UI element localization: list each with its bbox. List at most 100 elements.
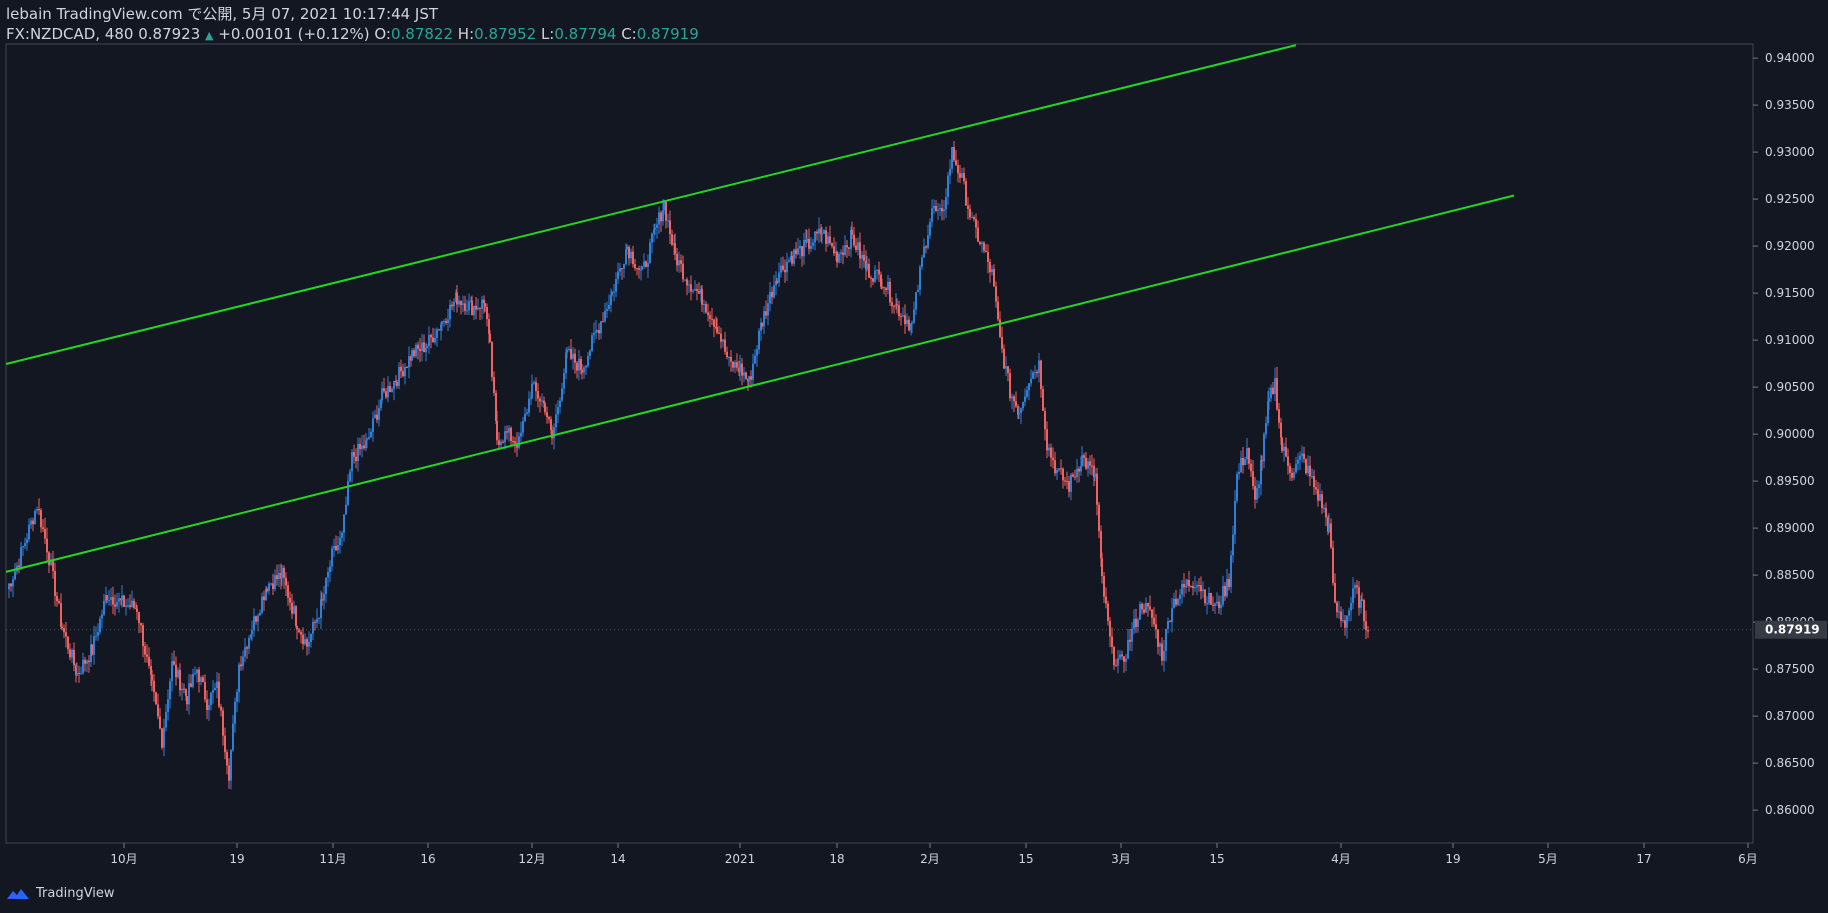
candle-body	[376, 414, 378, 420]
price-chart[interactable]: 0.860000.865000.870000.875000.880000.885…	[0, 0, 1828, 909]
candle-body	[230, 750, 232, 781]
candle-body	[734, 362, 736, 368]
candle-body	[1323, 507, 1325, 509]
candle-body	[1011, 396, 1013, 399]
candle-body	[848, 247, 850, 249]
candle-body	[475, 305, 477, 310]
candle-body	[69, 649, 71, 658]
candle-body	[621, 268, 623, 270]
candle-body	[1330, 523, 1332, 548]
candle-body	[185, 689, 187, 697]
candle-body	[617, 271, 619, 280]
candle-body	[806, 238, 808, 242]
candle-body	[504, 431, 506, 443]
candle-body	[71, 649, 73, 658]
candle-body	[1157, 629, 1159, 647]
chart-area[interactable]: 0.860000.865000.870000.875000.880000.885…	[0, 0, 1828, 909]
candle-body	[615, 279, 617, 292]
candle-body	[222, 710, 224, 736]
candle-body	[1083, 455, 1085, 458]
x-tick-label: 10月	[110, 852, 137, 866]
y-tick-label: 0.86000	[1765, 803, 1815, 817]
candle-body	[339, 537, 341, 546]
candle-body	[173, 661, 175, 665]
candle-body	[718, 332, 720, 334]
candle-body	[1115, 665, 1117, 667]
candle-body	[1005, 366, 1007, 369]
candle-body	[393, 380, 395, 390]
candle-body	[898, 305, 900, 317]
candle-body	[973, 217, 975, 220]
candle-body	[585, 365, 587, 368]
candle-body	[274, 575, 276, 590]
candle-body	[604, 310, 606, 322]
candle-body	[870, 277, 872, 279]
candle-body	[331, 548, 333, 567]
candle-body	[1297, 459, 1299, 464]
candle-body	[257, 615, 259, 622]
candle-body	[1036, 371, 1038, 374]
candle-body	[355, 456, 357, 462]
candle-body	[67, 636, 69, 650]
candle-body	[643, 261, 645, 267]
candle-body	[398, 366, 400, 386]
candle-body	[808, 238, 810, 249]
candle-body	[30, 520, 32, 525]
candle-body	[1301, 453, 1303, 456]
brand-label[interactable]: TradingView	[36, 886, 115, 901]
candle-body	[908, 319, 910, 331]
candle-body	[112, 597, 114, 605]
candle-body	[1280, 422, 1282, 438]
candle-body	[1196, 585, 1198, 588]
candle-body	[676, 253, 678, 266]
candle-body	[404, 367, 406, 377]
candle-body	[508, 427, 510, 433]
candle-body	[226, 752, 228, 766]
candle-body	[95, 635, 97, 637]
candle-body	[600, 321, 602, 334]
candle-body	[578, 358, 580, 371]
candle-body	[110, 597, 112, 600]
candle-body	[204, 682, 206, 700]
candle-body	[1018, 412, 1020, 415]
candle-body	[1360, 599, 1362, 608]
candle-body	[553, 427, 555, 439]
candle-body	[321, 599, 323, 601]
candle-body	[129, 605, 131, 607]
candle-body	[1252, 471, 1254, 487]
candle-body	[1206, 603, 1208, 605]
candle-body	[874, 270, 876, 282]
candle-body	[80, 673, 82, 675]
candle-body	[1109, 621, 1111, 637]
candle-body	[1096, 473, 1098, 505]
candle-body	[196, 669, 198, 674]
candle-body	[212, 690, 214, 693]
candle-body	[748, 376, 750, 382]
candle-body	[1068, 481, 1070, 492]
candle-body	[589, 350, 591, 356]
tradingview-logo-icon[interactable]	[6, 887, 30, 901]
channel-line-upper[interactable]	[5, 44, 1297, 365]
channel-line-lower[interactable]	[5, 194, 1515, 573]
candle-body	[868, 263, 870, 278]
candle-body	[161, 728, 163, 748]
candle-body	[671, 234, 673, 245]
candle-body	[423, 342, 425, 353]
candle-body	[1107, 603, 1109, 622]
candle-body	[366, 438, 368, 441]
candle-body	[142, 625, 144, 647]
candle-body	[902, 315, 904, 317]
candle-body	[312, 621, 314, 634]
candle-body	[183, 688, 185, 690]
candle-body	[919, 266, 921, 290]
candle-body	[963, 173, 965, 182]
candle-body	[853, 234, 855, 246]
candle-body	[821, 233, 823, 235]
candle-body	[531, 383, 533, 398]
candle-body	[654, 227, 656, 230]
y-tick-label: 0.92500	[1765, 192, 1815, 206]
candle-body	[400, 366, 402, 372]
candle-body	[786, 261, 788, 273]
candle-body	[413, 350, 415, 357]
x-tick-label: 19	[1445, 852, 1460, 866]
